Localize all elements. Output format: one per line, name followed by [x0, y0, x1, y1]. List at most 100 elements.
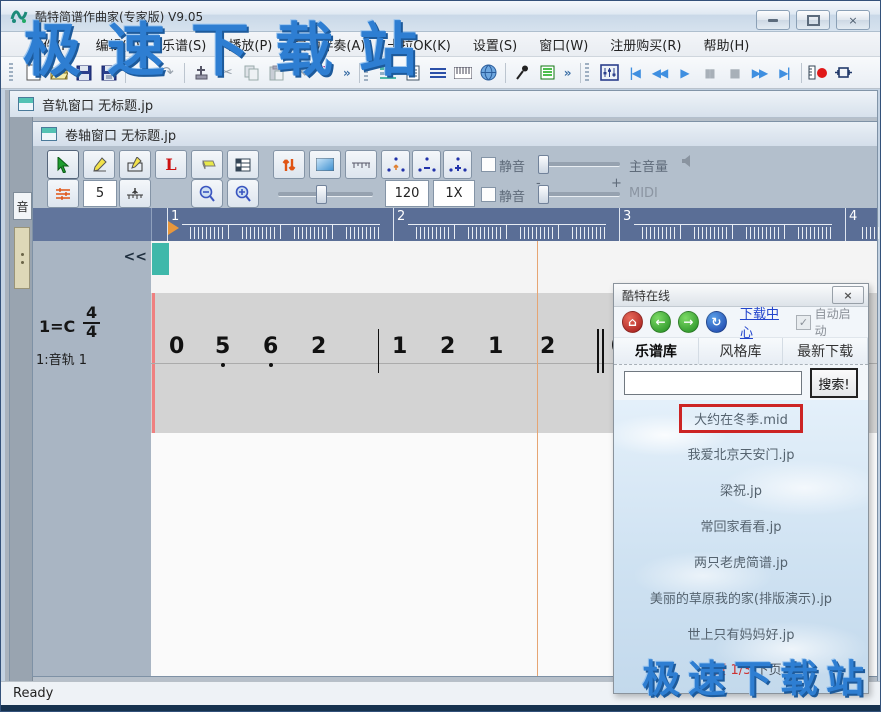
- side-grip-handle[interactable]: [14, 227, 30, 289]
- note[interactable]: 1: [392, 334, 407, 359]
- eraser-tool-button[interactable]: [191, 150, 223, 179]
- midi-volume-thumb[interactable]: [538, 185, 549, 204]
- title-bar[interactable]: 酷特简谱作曲家(专家版) V9.05 ×: [1, 1, 880, 32]
- menu-settings[interactable]: 设置(S): [462, 32, 528, 57]
- skip-start-icon[interactable]: |◀: [622, 61, 647, 85]
- pencil-tool-button[interactable]: [83, 150, 115, 179]
- home-icon[interactable]: ⌂: [622, 311, 643, 333]
- copy-icon[interactable]: [239, 61, 264, 85]
- insert-tool-icon[interactable]: [189, 61, 214, 85]
- list-item[interactable]: 两只老虎简谱.jp: [686, 548, 796, 575]
- zoom-out-button[interactable]: [191, 179, 223, 208]
- toolbar-grip-3[interactable]: [585, 63, 589, 83]
- new-file-button[interactable]: [21, 61, 46, 85]
- note-plus-tool-button[interactable]: [443, 150, 472, 179]
- play-icon[interactable]: ▶: [672, 61, 697, 85]
- refresh-icon[interactable]: ↻: [706, 311, 727, 333]
- zoom-slider[interactable]: [278, 192, 373, 197]
- score-view-icon[interactable]: [401, 61, 426, 85]
- pause-icon[interactable]: ▮▮: [697, 61, 722, 85]
- ruler-tool-button[interactable]: [345, 150, 377, 179]
- note[interactable]: 1: [488, 334, 503, 359]
- microphone-icon[interactable]: [510, 61, 535, 85]
- toolbar-grip[interactable]: [9, 63, 13, 83]
- tab-score-library[interactable]: 乐谱库: [614, 338, 699, 364]
- forward-icon[interactable]: →: [678, 311, 699, 333]
- list-item[interactable]: 世上只有妈妈好.jp: [680, 620, 803, 647]
- search-button[interactable]: 搜索!: [810, 368, 858, 398]
- midi-volume-slider[interactable]: [538, 192, 620, 197]
- timeline-ruler[interactable]: 1 2 3: [33, 208, 877, 242]
- track-side-tab[interactable]: 音: [13, 192, 32, 220]
- toolbar-overflow-icon-2[interactable]: »: [560, 66, 576, 80]
- note[interactable]: 2: [540, 334, 555, 359]
- list-item-highlighted[interactable]: 大约在冬季.mid: [679, 404, 803, 433]
- download-center-link[interactable]: 下载中心: [740, 303, 789, 341]
- menu-edit[interactable]: 编辑(E): [85, 32, 151, 57]
- scroll-window-titlebar[interactable]: 卷轴窗口 无标题.jp: [33, 122, 877, 147]
- fast-forward-icon[interactable]: ▶▶: [747, 61, 772, 85]
- next-page-link[interactable]: 下页: [756, 663, 782, 678]
- note[interactable]: 2: [440, 334, 455, 359]
- tab-style-library[interactable]: 风格库: [699, 338, 784, 364]
- quantize-tool-button[interactable]: [47, 179, 79, 208]
- zoom-slider-thumb[interactable]: [316, 185, 327, 204]
- redo-icon[interactable]: ↷: [155, 61, 180, 85]
- note-low-octave[interactable]: 6: [263, 334, 278, 359]
- tempo-field[interactable]: 120: [385, 180, 429, 207]
- menu-accompaniment[interactable]: 自动伴奏(A): [283, 32, 376, 57]
- quantize-value-field[interactable]: 5: [83, 180, 117, 207]
- menu-register[interactable]: 注册购买(R): [599, 32, 692, 57]
- grid-tool-button[interactable]: [227, 150, 259, 179]
- menu-play[interactable]: 播放(P): [217, 32, 283, 57]
- back-icon[interactable]: ←: [650, 311, 671, 333]
- mute-bottom-checkbox[interactable]: [481, 187, 496, 202]
- lyrics-tool-button[interactable]: L: [155, 150, 187, 179]
- note[interactable]: 2: [311, 334, 326, 359]
- menu-help[interactable]: 帮助(H): [692, 32, 760, 57]
- note-up-tool-button[interactable]: [381, 150, 410, 179]
- cut-icon[interactable]: ✂: [214, 61, 239, 85]
- prev-page-link[interactable]: 上页: [700, 663, 726, 678]
- gradient-tool-button[interactable]: [309, 150, 341, 179]
- menu-file[interactable]: 文件(F): [19, 32, 85, 57]
- list-item[interactable]: 梁祝.jp: [712, 476, 770, 503]
- collapse-sidebar-button[interactable]: <<: [124, 249, 147, 265]
- toolbar-overflow-icon[interactable]: »: [339, 66, 355, 80]
- tab-latest-downloads[interactable]: 最新下载: [783, 338, 868, 364]
- list-item[interactable]: 美丽的草原我的家(排版演示).jp: [642, 584, 840, 611]
- panel-close-button[interactable]: ×: [832, 286, 864, 304]
- note[interactable]: 0: [169, 334, 184, 359]
- toolbar-grip-2[interactable]: [364, 63, 368, 83]
- paste-icon[interactable]: [264, 61, 289, 85]
- web-icon[interactable]: [476, 61, 501, 85]
- list-item[interactable]: 常回家看看.jp: [693, 512, 790, 539]
- piano-roll-icon[interactable]: [451, 61, 476, 85]
- loop-icon[interactable]: [831, 61, 856, 85]
- rewind-icon[interactable]: ◀◀: [647, 61, 672, 85]
- open-file-button[interactable]: [46, 61, 71, 85]
- mixer-icon[interactable]: [597, 61, 622, 85]
- undo-icon[interactable]: ↶: [130, 61, 155, 85]
- record-icon[interactable]: [806, 61, 831, 85]
- minimize-button[interactable]: [756, 10, 790, 30]
- track-view-icon[interactable]: [376, 61, 401, 85]
- stop-icon[interactable]: ■: [722, 61, 747, 85]
- close-button[interactable]: ×: [836, 10, 870, 30]
- select-tool-button[interactable]: [47, 150, 79, 179]
- pencil-select-tool-button[interactable]: [119, 150, 151, 179]
- note-minus-tool-button[interactable]: [412, 150, 441, 179]
- search-input[interactable]: [624, 371, 802, 395]
- menu-window[interactable]: 窗口(W): [528, 32, 599, 57]
- maximize-button[interactable]: [796, 10, 830, 30]
- import-icon[interactable]: ↧: [314, 61, 339, 85]
- main-volume-thumb[interactable]: [538, 155, 549, 174]
- note-insert-tool-button[interactable]: [119, 179, 151, 208]
- menu-score[interactable]: 乐谱(S): [151, 32, 217, 57]
- skip-end-icon[interactable]: ▶|: [772, 61, 797, 85]
- list-item[interactable]: 我爱北京天安门.jp: [680, 440, 803, 467]
- transpose-tool-button[interactable]: [273, 150, 305, 179]
- save-all-button[interactable]: [96, 61, 121, 85]
- save-button[interactable]: [71, 61, 96, 85]
- mute-top-checkbox[interactable]: [481, 157, 496, 172]
